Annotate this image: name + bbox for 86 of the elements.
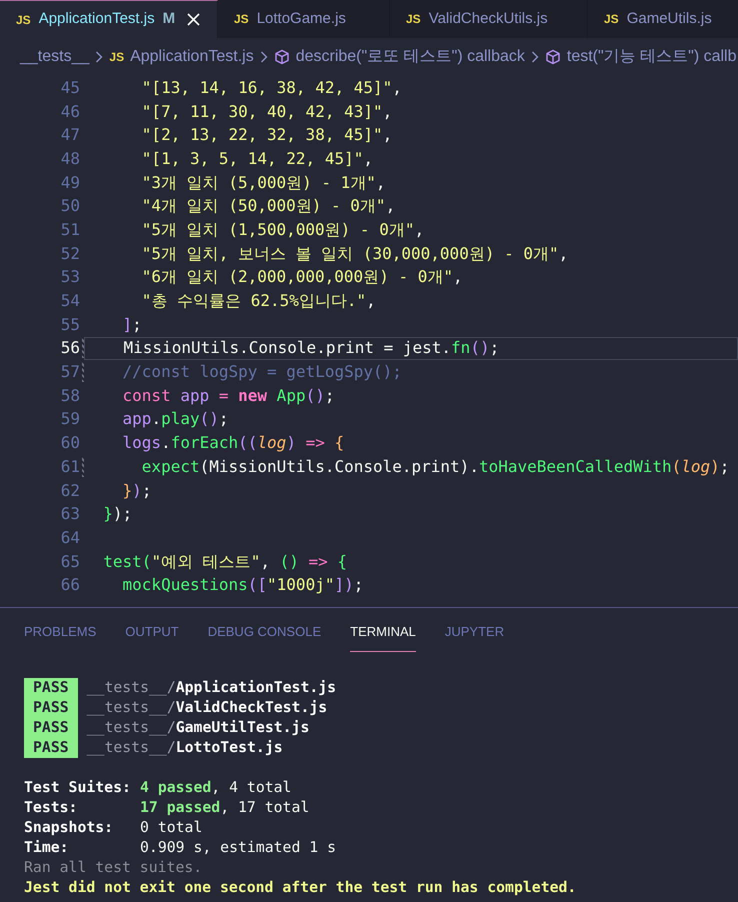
- code-line: "총 수익률은 62.5%입니다.",: [140, 290, 376, 312]
- code-line: MissionUtils.Console.print = jest.fn();: [122, 337, 500, 360]
- test-file-path: __tests__/LottoTest.js: [86, 738, 283, 758]
- panel-tab[interactable]: JUPYTER: [444, 622, 504, 652]
- code-line: "4개 일치 (50,000원) - 0개",: [140, 195, 396, 218]
- line-number: 45: [60, 76, 80, 99]
- panel-tab[interactable]: PROBLEMS: [24, 622, 96, 652]
- js-icon: JS: [406, 10, 421, 28]
- pass-badge: PASS: [24, 678, 78, 698]
- summary-label: Snapshots:: [24, 818, 114, 838]
- js-icon: JS: [16, 10, 31, 28]
- line-number: 46: [60, 100, 80, 123]
- code-line: "[7, 11, 30, 40, 42, 43]",: [140, 100, 392, 123]
- pass-badge: PASS: [24, 738, 78, 758]
- js-icon: JS: [234, 10, 249, 28]
- cube-icon: [274, 49, 290, 65]
- code-line: mockQuestions(["1000j"]);: [122, 574, 364, 596]
- breadcrumb-item[interactable]: __tests__: [20, 45, 90, 69]
- summary-value: 17 passed, 17 total: [140, 798, 310, 818]
- js-icon: JS: [604, 10, 619, 28]
- line-number: 53: [60, 266, 80, 288]
- terminal-message: Ran all test suites.: [24, 859, 202, 876]
- line-number: 60: [60, 432, 80, 454]
- editor-tab[interactable]: JS ApplicationTest.js M: [0, 0, 218, 38]
- summary-value: 0.909 s, estimated 1 s: [140, 838, 336, 858]
- line-number: 61: [60, 456, 80, 478]
- pass-badge: PASS: [24, 718, 78, 738]
- line-number: 48: [60, 148, 80, 170]
- summary-value: 4 passed, 4 total: [140, 778, 292, 798]
- code-line: "6개 일치 (2,000,000,000원) - 0개",: [140, 266, 463, 288]
- line-number: 49: [60, 172, 80, 194]
- code-line: });: [122, 480, 152, 502]
- line-number: 50: [60, 195, 80, 218]
- code-line: "[13, 14, 16, 38, 42, 45]",: [140, 76, 402, 99]
- code-line: "5개 일치 (1,500,000원) - 0개",: [140, 218, 424, 241]
- line-number: 63: [60, 503, 80, 526]
- editor-tab[interactable]: JS ValidCheckUtils.js: [390, 0, 588, 38]
- code-line: "[2, 13, 22, 32, 38, 45]",: [140, 124, 392, 146]
- line-number: 59: [60, 408, 80, 430]
- code-line: test("예외 테스트", () => {: [102, 550, 348, 573]
- line-number: 52: [60, 242, 80, 265]
- code-line: app.play();: [122, 408, 229, 430]
- line-number: 56: [60, 337, 80, 360]
- summary-label: Tests:: [24, 798, 78, 818]
- chevron-icon: [530, 51, 539, 63]
- editor-tab[interactable]: JS GameUtils.js: [588, 0, 738, 38]
- line-number: 55: [60, 314, 80, 336]
- code-line: "5개 일치, 보너스 볼 일치 (30,000,000원) - 0개",: [140, 242, 568, 265]
- test-file-path: __tests__/GameUtilTest.js: [86, 718, 310, 738]
- modified-indicator: M: [162, 9, 176, 30]
- chevron-icon: [260, 51, 268, 63]
- code-line: "[1, 3, 5, 14, 22, 45]",: [140, 148, 373, 170]
- terminal-message: Jest did not exit one second after the test run has completed.: [24, 879, 576, 896]
- panel-tab[interactable]: DEBUG CONSOLE: [208, 622, 322, 652]
- js-icon: JS: [109, 48, 124, 66]
- close-icon[interactable]: [187, 13, 200, 26]
- line-number: 62: [60, 480, 80, 502]
- line-number: 51: [60, 218, 80, 241]
- line-number: 65: [60, 550, 80, 573]
- summary-label: Time:: [24, 838, 70, 858]
- pass-badge: PASS: [24, 698, 78, 718]
- panel-tab[interactable]: OUTPUT: [125, 622, 179, 652]
- line-number: 54: [60, 290, 80, 312]
- summary-value: 0 total: [140, 818, 202, 838]
- breadcrumb-item[interactable]: test("기능 테스트") callb: [566, 45, 736, 69]
- editor-tab[interactable]: JS LottoGame.js: [218, 0, 390, 38]
- code-line: expect(MissionUtils.Console.print).toHaveBeenCalledWith(log);: [140, 456, 730, 478]
- line-number: 47: [60, 124, 80, 146]
- summary-label: Test Suites:: [24, 778, 132, 798]
- code-line: "3개 일치 (5,000원) - 1개",: [140, 172, 386, 194]
- line-number: 64: [60, 526, 80, 549]
- code-line: });: [102, 503, 132, 526]
- code-line: ];: [122, 314, 142, 336]
- panel-tab[interactable]: TERMINAL: [350, 622, 416, 652]
- line-number: 66: [60, 574, 80, 596]
- test-file-path: __tests__/ValidCheckTest.js: [86, 698, 328, 718]
- code-line: //const logSpy = getLogSpy();: [122, 361, 402, 384]
- test-file-path: __tests__/ApplicationTest.js: [86, 678, 336, 698]
- line-number: 57: [60, 361, 80, 384]
- breadcrumb-item[interactable]: ApplicationTest.js: [130, 45, 254, 69]
- chevron-icon: [95, 51, 104, 63]
- line-number: 58: [60, 384, 80, 407]
- code-line: logs.forEach((log) => {: [122, 432, 344, 454]
- cube-icon: [544, 49, 561, 65]
- code-line: const app = new App();: [122, 384, 334, 407]
- breadcrumb-item[interactable]: describe("로또 테스트") callback: [296, 45, 525, 69]
